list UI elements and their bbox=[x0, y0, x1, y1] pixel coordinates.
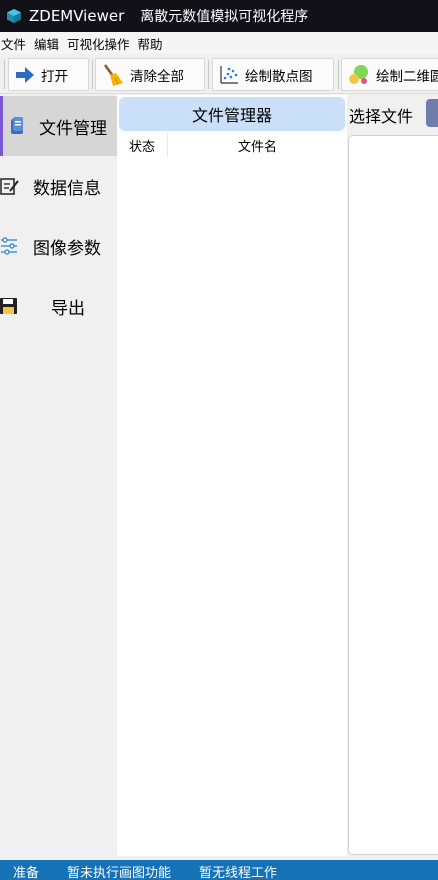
status-plot: 暂未执行画图功能 bbox=[67, 866, 172, 880]
draw-scatter-button[interactable]: 绘制散点图 bbox=[212, 58, 334, 91]
sidebar-item-label: 图像参数 bbox=[33, 238, 101, 259]
menu-help[interactable]: 帮助 bbox=[138, 34, 163, 53]
circles-icon bbox=[349, 64, 368, 84]
sidebar-item-image-params[interactable]: 图像参数 bbox=[0, 216, 117, 276]
sidebar-item-label: 文件管理 bbox=[39, 118, 107, 139]
sidebar-item-label: 导出 bbox=[51, 298, 85, 319]
app-logo-icon bbox=[7, 9, 21, 23]
menu-bar: 文件 编辑 可视化操作 帮助 bbox=[0, 32, 438, 54]
scatter-plot-icon bbox=[220, 65, 238, 84]
file-manager-title: 文件管理器 bbox=[119, 97, 345, 131]
column-header-filename[interactable]: 文件名 bbox=[168, 133, 347, 157]
select-file-label: 选择文件 bbox=[349, 107, 414, 126]
sidebar-item-export[interactable]: 导出 bbox=[0, 276, 117, 336]
toolbar-separator bbox=[338, 60, 339, 89]
window-subtitle: 离散元数值模拟可视化程序 bbox=[140, 9, 309, 25]
save-icon bbox=[0, 298, 17, 314]
file-table-header: 状态 文件名 bbox=[117, 133, 347, 157]
column-header-status[interactable]: 状态 bbox=[117, 133, 168, 157]
toolbar: 打开 清除全部 绘制散点图 绘制二维圆 bbox=[0, 54, 438, 94]
status-bar: 准备 暂未执行画图功能 暂无线程工作 bbox=[0, 860, 438, 880]
draw-circle2d-label: 绘制二维圆 bbox=[376, 68, 438, 85]
sliders-icon bbox=[1, 237, 17, 255]
menu-edit[interactable]: 编辑 bbox=[34, 34, 59, 53]
open-button-label: 打开 bbox=[41, 68, 68, 85]
clear-all-label: 清除全部 bbox=[130, 68, 184, 85]
sidebar-item-data-info[interactable]: 数据信息 bbox=[0, 156, 117, 216]
clear-all-button[interactable]: 清除全部 bbox=[95, 58, 205, 91]
file-manager-panel: 文件管理器 状态 文件名 bbox=[117, 95, 347, 856]
menu-visualize[interactable]: 可视化操作 bbox=[67, 34, 130, 53]
sidebar: 文件管理 数据信息 图像参数 导出 bbox=[0, 95, 117, 856]
document-icon bbox=[11, 117, 23, 134]
toolbar-separator bbox=[4, 60, 5, 89]
app-name: ZDEMViewer bbox=[29, 7, 125, 25]
menu-file[interactable]: 文件 bbox=[1, 34, 26, 53]
plot-canvas[interactable] bbox=[348, 135, 438, 855]
title-bar: ZDEMViewer 离散元数值模拟可视化程序 bbox=[0, 0, 438, 32]
draw-circle2d-button[interactable]: 绘制二维圆 bbox=[341, 58, 438, 91]
status-ready: 准备 bbox=[13, 866, 40, 880]
status-thread: 暂无线程工作 bbox=[199, 866, 278, 880]
visualization-area: 选择文件 bbox=[347, 95, 438, 856]
select-file-combobox[interactable] bbox=[426, 99, 438, 127]
sidebar-item-label: 数据信息 bbox=[33, 178, 101, 199]
toolbar-separator bbox=[208, 60, 209, 89]
open-button[interactable]: 打开 bbox=[8, 58, 89, 91]
draw-scatter-label: 绘制散点图 bbox=[245, 68, 313, 85]
arrow-right-icon bbox=[16, 66, 34, 83]
edit-note-icon bbox=[0, 178, 19, 195]
toolbar-separator bbox=[92, 60, 93, 89]
broom-icon bbox=[103, 63, 123, 86]
sidebar-item-file-management[interactable]: 文件管理 bbox=[0, 96, 117, 156]
